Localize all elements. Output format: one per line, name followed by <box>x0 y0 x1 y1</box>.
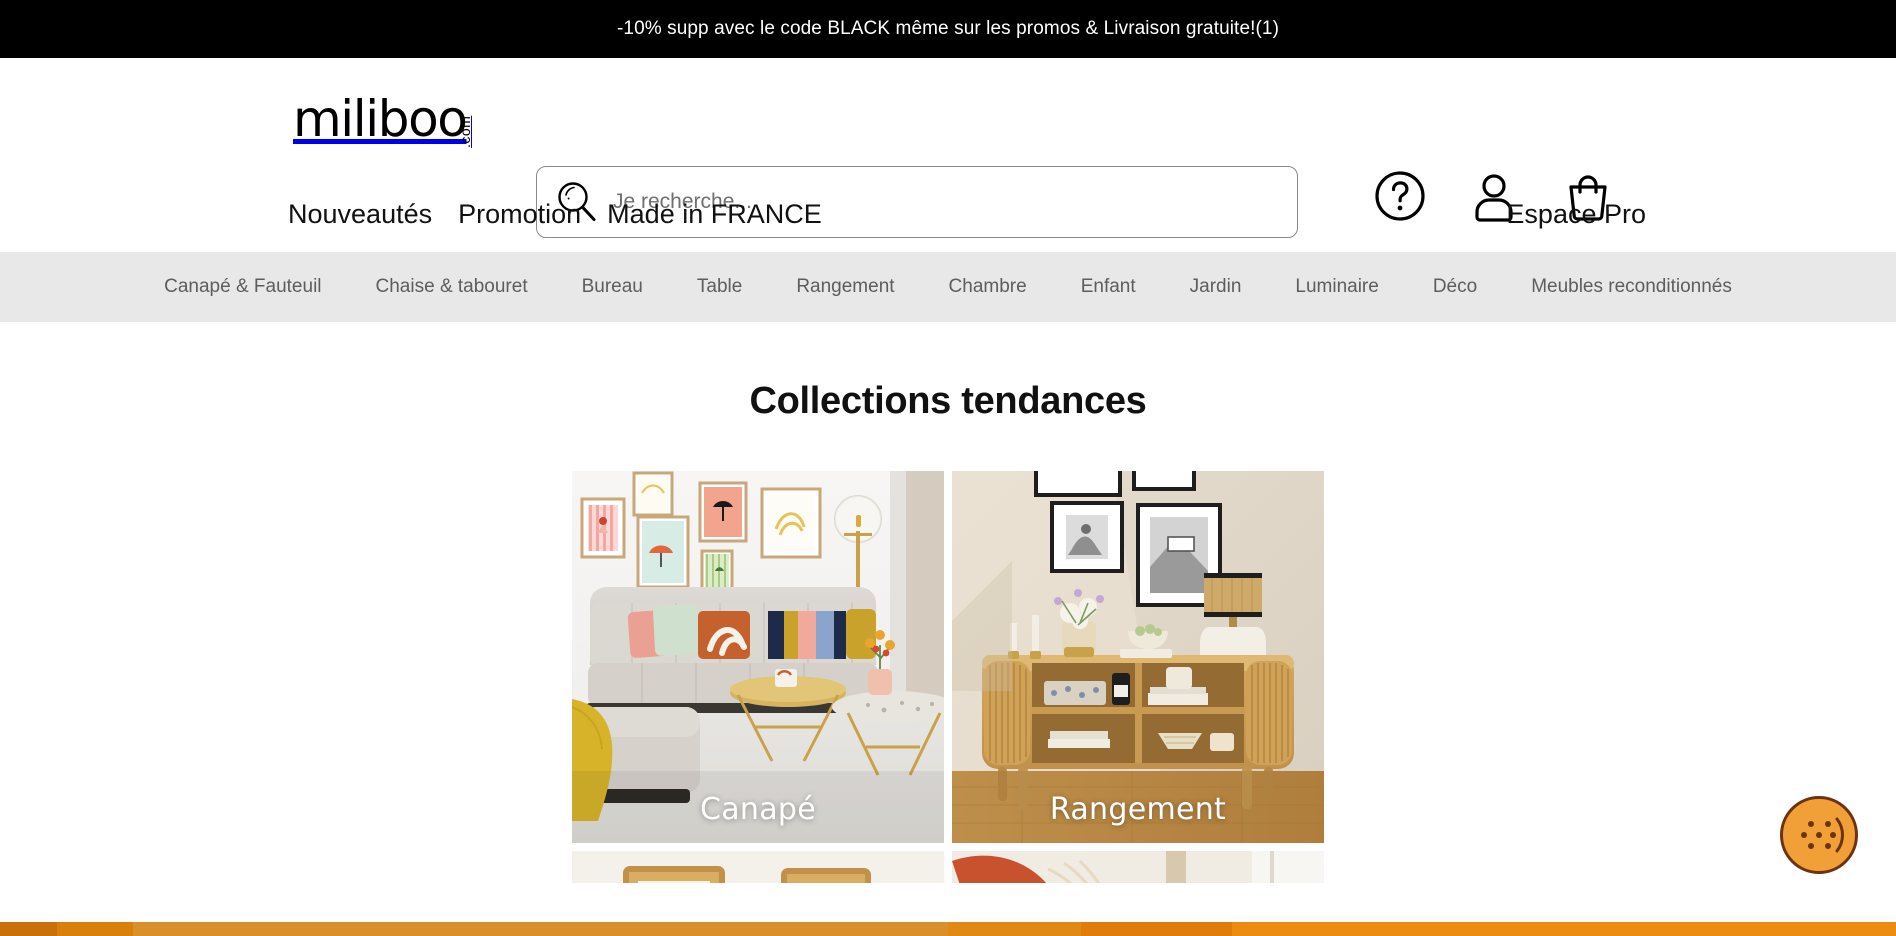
category-bar: Canapé & Fauteuil Chaise & tabouret Bure… <box>0 252 1896 322</box>
collection-card-row2-left[interactable] <box>572 851 944 883</box>
category-link-jardin[interactable]: Jardin <box>1163 276 1269 298</box>
bottom-progress-strip <box>0 922 1896 936</box>
collection-card-label: Rangement <box>1049 792 1227 827</box>
site-logo[interactable]: miliboo .com <box>293 90 499 148</box>
category-link-deco[interactable]: Déco <box>1406 276 1504 298</box>
header-top-row: miliboo .com <box>0 58 1896 238</box>
category-link-table[interactable]: Table <box>670 276 769 298</box>
strip-segment <box>948 922 1081 936</box>
logo-tld: .com <box>456 115 473 148</box>
strip-segment <box>1080 922 1233 936</box>
nav-link-made-in-france[interactable]: Made in FRANCE <box>607 199 822 230</box>
bedroom-scene-image <box>572 851 944 883</box>
espace-pro-link[interactable]: Espace Pro <box>1506 199 1646 230</box>
logo-wordmark: miliboo <box>293 90 468 148</box>
promo-banner-text: -10% supp avec le code BLACK même sur le… <box>616 18 1280 39</box>
category-link-chambre[interactable]: Chambre <box>922 276 1054 298</box>
strip-segment <box>56 922 133 936</box>
nav-link-promotion[interactable]: Promotion <box>458 199 581 230</box>
category-link-chaise-tabouret[interactable]: Chaise & tabouret <box>349 276 555 298</box>
category-link-meubles-reconditionnes[interactable]: Meubles reconditionnés <box>1504 276 1759 298</box>
strip-segment <box>0 922 57 936</box>
strip-segment <box>1232 922 1896 936</box>
cookie-consent-button[interactable] <box>1780 796 1858 874</box>
decor-scene-image <box>952 851 1324 883</box>
category-link-luminaire[interactable]: Luminaire <box>1268 276 1405 298</box>
category-link-bureau[interactable]: Bureau <box>555 276 670 298</box>
rangement-scene-image <box>952 471 1324 843</box>
strip-segment <box>132 922 948 936</box>
collection-card-row2-right[interactable] <box>952 851 1324 883</box>
category-link-canape-fauteuil[interactable]: Canapé & Fauteuil <box>137 276 348 298</box>
category-link-enfant[interactable]: Enfant <box>1054 276 1163 298</box>
primary-nav: Nouveautés Promotion Made in FRANCE Espa… <box>0 176 1896 252</box>
collection-card-rangement[interactable]: Rangement <box>952 471 1324 843</box>
primary-nav-links: Nouveautés Promotion Made in FRANCE <box>288 199 822 230</box>
nav-link-nouveautes[interactable]: Nouveautés <box>288 199 432 230</box>
site-header: miliboo .com Je recherche... Nouveautés … <box>0 58 1896 252</box>
canape-scene-image <box>572 471 944 843</box>
promo-banner: -10% supp avec le code BLACK même sur le… <box>0 0 1896 58</box>
cookie-icon <box>1791 807 1847 863</box>
category-link-rangement[interactable]: Rangement <box>769 276 921 298</box>
page-title: Collections tendances <box>749 380 1147 422</box>
collections-grid: Canapé Rangement <box>572 471 1324 883</box>
collection-card-label: Canapé <box>699 792 817 827</box>
collection-card-canape[interactable]: Canapé <box>572 471 944 843</box>
main-content: Collections tendances Canapé Rangement <box>0 322 1896 883</box>
